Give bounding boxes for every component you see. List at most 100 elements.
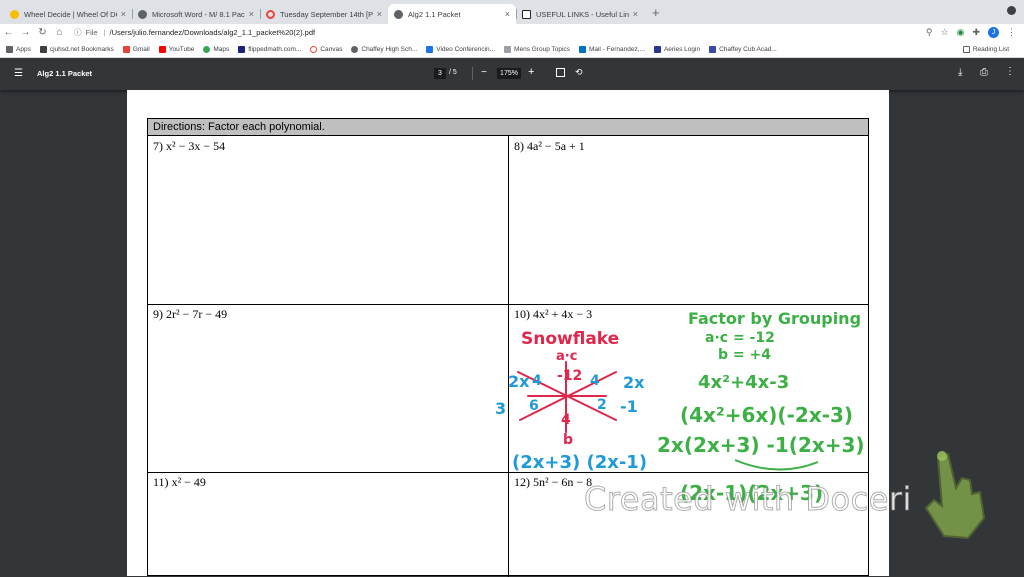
aeries-icon bbox=[653, 45, 661, 53]
tab-label: Wheel Decide | Wheel Of DOOM bbox=[24, 9, 117, 19]
youtube-icon bbox=[158, 45, 166, 53]
extension-icon[interactable]: ◉ bbox=[957, 27, 965, 38]
zoom-input[interactable]: 175% bbox=[497, 68, 521, 79]
bookmark-label: Video Conferencin... bbox=[436, 45, 496, 53]
zoom-in-button[interactable]: + bbox=[528, 66, 534, 78]
outlook-icon bbox=[578, 45, 586, 53]
menu-icon[interactable]: ☰ bbox=[14, 68, 23, 79]
folder-icon bbox=[39, 45, 47, 53]
problem-10: 10) 4x² + 4x − 3 bbox=[514, 307, 592, 322]
back-button[interactable]: ← bbox=[0, 27, 17, 38]
bookmark-label: Chaffey High Sch... bbox=[361, 45, 418, 53]
bookmark-label: Apps bbox=[16, 45, 31, 53]
bookmark-apps[interactable]: Apps bbox=[6, 45, 31, 53]
tab-wheel-decide[interactable]: Wheel Decide | Wheel Of DOOM × bbox=[4, 4, 132, 24]
address-bar: ← → ↻ ⌂ ⓘ File | /Users/julio.fernandez/… bbox=[0, 24, 1024, 41]
tab-label: Alg2 1.1 Packet bbox=[408, 9, 461, 19]
bookmark-chaffey-cub[interactable]: Chaffey Cub Acad... bbox=[709, 45, 777, 53]
bookmark-mail[interactable]: Mail - Fernandez,... bbox=[578, 45, 645, 53]
star-icon[interactable]: ☆ bbox=[941, 27, 949, 38]
grid-divider bbox=[148, 472, 868, 473]
grid-divider bbox=[508, 136, 509, 577]
bookmark-mens-group[interactable]: Mens Group Topics bbox=[504, 45, 570, 53]
bookmark-label: Aeries Login bbox=[663, 45, 701, 53]
close-icon[interactable]: × bbox=[249, 9, 254, 19]
download-icon[interactable]: ⤓ bbox=[958, 67, 962, 78]
tab-microsoft-word[interactable]: Microsoft Word - M/ 8.1 Packet × bbox=[132, 4, 260, 24]
bookmark-video-conferencing[interactable]: Video Conferencin... bbox=[426, 45, 496, 53]
more-icon[interactable]: ⋮ bbox=[1005, 66, 1015, 77]
bookmark-label: Mail - Fernandez,... bbox=[588, 45, 645, 53]
problem-number: 10) bbox=[514, 307, 530, 321]
info-icon[interactable]: ⓘ bbox=[74, 27, 82, 38]
tab-strip: Wheel Decide | Wheel Of DOOM × Microsoft… bbox=[0, 0, 1024, 24]
tab-alg2-packet[interactable]: Alg2 1.1 Packet × bbox=[388, 4, 516, 24]
pdf-toolbar: ☰ Alg2 1.1 Packet 3 / 5 − 175% + ⟲ ⤓ ⎙ ⋮ bbox=[0, 58, 1024, 90]
puzzle-icon[interactable]: ✚ bbox=[972, 27, 980, 38]
problem-number: 12) bbox=[514, 475, 530, 489]
problem-number: 7) bbox=[153, 139, 163, 153]
problem-expression: x² − 3x − 54 bbox=[166, 139, 226, 153]
globe-icon bbox=[351, 45, 359, 53]
zoom-out-button[interactable]: − bbox=[481, 67, 487, 78]
zoom-icon[interactable]: ⚲ bbox=[926, 27, 933, 38]
forward-button[interactable]: → bbox=[17, 27, 34, 38]
calendar-icon bbox=[709, 45, 717, 53]
sparkle-icon bbox=[504, 45, 512, 53]
bookmark-maps[interactable]: Maps bbox=[203, 45, 229, 53]
avatar[interactable]: J bbox=[988, 27, 999, 38]
url-omnibox[interactable]: ⓘ File | /Users/julio.fernandez/Download… bbox=[74, 25, 920, 40]
bookmark-canvas[interactable]: Canvas bbox=[310, 45, 343, 53]
problem-expression: 2r² − 7r − 49 bbox=[166, 307, 228, 321]
problem-expression: 4x² + 4x − 3 bbox=[533, 307, 593, 321]
video-icon bbox=[426, 45, 434, 53]
gmail-icon bbox=[122, 45, 130, 53]
problem-7: 7) x² − 3x − 54 bbox=[153, 139, 225, 154]
page-number-input[interactable]: 3 bbox=[434, 68, 446, 79]
tab-tuesday-practice[interactable]: Tuesday September 14th [Prac × bbox=[260, 4, 388, 24]
problem-expression: 4a² − 5a + 1 bbox=[527, 139, 585, 153]
bookmark-label: Canvas bbox=[320, 45, 343, 53]
problem-9: 9) 2r² − 7r − 49 bbox=[153, 307, 227, 322]
bookmark-label: cjuhsd.net Bookmarks bbox=[49, 45, 114, 53]
close-icon[interactable]: × bbox=[633, 9, 638, 19]
problem-number: 11) bbox=[153, 475, 169, 489]
tab-label: Tuesday September 14th [Prac bbox=[280, 9, 373, 19]
bookmark-label: flippedmath.com... bbox=[248, 45, 302, 53]
problem-number: 9) bbox=[153, 307, 163, 321]
grid-divider bbox=[148, 304, 868, 305]
apps-grid-icon bbox=[6, 45, 13, 53]
close-icon[interactable]: × bbox=[121, 9, 126, 19]
more-icon[interactable]: ⋮ bbox=[1007, 27, 1016, 38]
close-icon[interactable]: × bbox=[377, 9, 382, 19]
problem-expression: x² − 49 bbox=[171, 475, 206, 489]
bookmark-gmail[interactable]: Gmail bbox=[122, 45, 150, 53]
globe-icon bbox=[138, 9, 147, 19]
new-tab-button[interactable]: + bbox=[644, 5, 668, 24]
window-control-icon[interactable] bbox=[1007, 6, 1016, 15]
directions-header: Directions: Factor each polynomial. bbox=[148, 119, 868, 136]
close-icon[interactable]: × bbox=[505, 9, 510, 19]
doceri-hand-icon bbox=[924, 451, 986, 540]
bookmark-flippedmath[interactable]: flippedmath.com... bbox=[238, 45, 302, 53]
bookmark-cjuhsd[interactable]: cjuhsd.net Bookmarks bbox=[39, 45, 114, 53]
tab-label: USEFUL LINKS - Useful Links bbox=[536, 9, 629, 19]
home-button[interactable]: ⌂ bbox=[51, 27, 68, 38]
separator: | bbox=[103, 28, 106, 37]
reading-list-button[interactable]: Reading List bbox=[962, 45, 1009, 53]
bookmark-label: Gmail bbox=[132, 45, 150, 53]
reload-button[interactable]: ↻ bbox=[34, 27, 51, 38]
flippedmath-icon bbox=[238, 45, 246, 53]
bookmark-aeries[interactable]: Aeries Login bbox=[653, 45, 701, 53]
doceri-watermark: Created with Doceri bbox=[584, 480, 912, 519]
map-pin-icon bbox=[203, 45, 211, 53]
print-icon[interactable]: ⎙ bbox=[980, 67, 988, 78]
rotate-icon[interactable]: ⟲ bbox=[575, 67, 583, 78]
bookmark-chaffey-high[interactable]: Chaffey High Sch... bbox=[351, 45, 418, 53]
reading-list-label: Reading List bbox=[972, 45, 1009, 53]
fit-page-icon[interactable] bbox=[556, 68, 565, 77]
toolbar-icons: ⚲ ☆ ◉ ✚ J ⋮ bbox=[926, 27, 1024, 38]
tab-useful-links[interactable]: USEFUL LINKS - Useful Links × bbox=[516, 4, 644, 24]
bookmark-youtube[interactable]: YouTube bbox=[158, 45, 194, 53]
wikipedia-icon bbox=[522, 9, 531, 19]
